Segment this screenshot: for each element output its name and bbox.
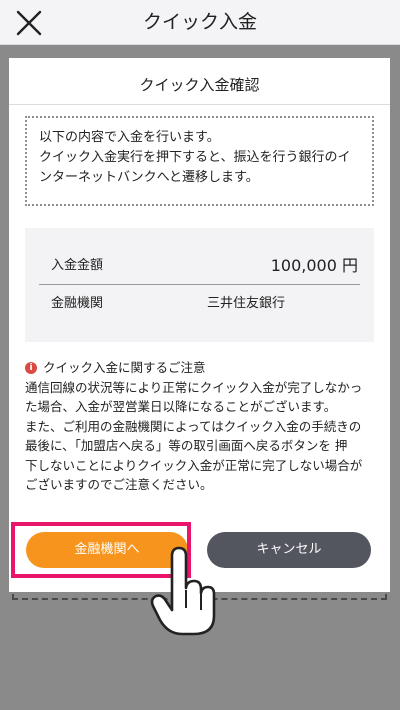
detail-label: 金融機関	[51, 296, 104, 311]
page-title: クイック入金	[142, 11, 257, 33]
info-text: ンターネットバンクへと遷移します。	[39, 170, 259, 185]
amount-value: 100,000 円	[270, 256, 358, 275]
divider	[9, 104, 390, 105]
hand-pointer-icon	[150, 546, 216, 636]
bank-value: 三井住友銀行	[207, 296, 286, 311]
notice-text: ございますのでご注意ください。	[25, 477, 213, 492]
notice-text: 下しないことによりクイック入金が正常に完了しない場合が	[25, 457, 363, 473]
notice-title: クイック入金に関するご注意	[43, 360, 206, 375]
notice-text: た場合、入金が翌営業日以降になることがございます。	[25, 399, 337, 414]
info-box: 以下の内容で入金を行います。 クイック入金実行を押下すると、振込を行う銀行のイ …	[25, 116, 374, 206]
notice-heading: i クイック入金に関するご注意	[25, 358, 377, 378]
app-header: クイック入金	[0, 0, 400, 45]
confirm-dialog: クイック入金確認 以下の内容で入金を行います。 クイック入金実行を押下すると、振…	[9, 58, 390, 592]
deposit-details: 入金金額 100,000 円 金融機関 三井住友銀行	[25, 228, 374, 342]
dialog-title: クイック入金確認	[139, 76, 260, 94]
notice: i クイック入金に関するご注意 通信回線の状況等により正常にクイック入金が完了し…	[25, 358, 377, 495]
info-text: クイック入金実行を押下すると、振込を行う銀行のイ	[39, 150, 351, 165]
detail-row-amount: 入金金額 100,000 円	[39, 248, 360, 285]
cancel-button[interactable]: キャンセル	[207, 532, 371, 568]
info-icon: i	[25, 361, 37, 374]
info-text: 以下の内容で入金を行います。	[39, 130, 220, 145]
notice-text: 最後に、「加盟店へ戻る」等の取引画面へ戻るボタンを 押	[25, 438, 348, 453]
notice-text: また、ご利用の金融機関によってはクイック入金の手続きの	[25, 418, 362, 434]
detail-label: 入金金額	[51, 258, 104, 273]
detail-row-bank: 金融機関 三井住友銀行	[39, 286, 360, 322]
notice-text: 通信回線の状況等により正常にクイック入金が完了しなかっ	[25, 379, 363, 395]
